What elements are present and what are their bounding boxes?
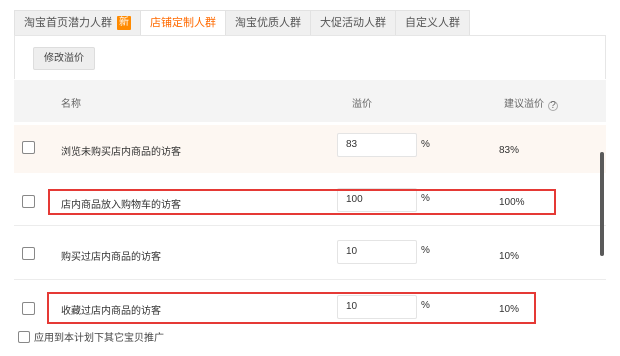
row-name: 浏览未购买店内商品的访客 xyxy=(61,147,181,158)
tab-custom[interactable]: 自定义人群 xyxy=(396,10,470,36)
help-icon[interactable]: ? xyxy=(548,101,558,111)
table-row: 浏览未购买店内商品的访客 83 % 83% xyxy=(14,125,606,173)
row-checkbox[interactable] xyxy=(22,302,35,315)
tab-label: 自定义人群 xyxy=(405,17,460,29)
percent-unit: % xyxy=(421,139,430,150)
column-header-suggested: 建议溢价? xyxy=(504,95,558,111)
percent-unit: % xyxy=(421,245,430,256)
tab-label: 淘宝首页潜力人群 xyxy=(24,17,112,29)
premium-input[interactable]: 83 xyxy=(337,133,417,157)
row-checkbox[interactable] xyxy=(22,195,35,208)
toolbar-panel: 修改溢价 xyxy=(14,35,606,79)
edit-premium-button[interactable]: 修改溢价 xyxy=(33,47,95,70)
row-checkbox[interactable] xyxy=(22,141,35,154)
tab-label: 淘宝优质人群 xyxy=(235,17,301,29)
tab-homepage-potential[interactable]: 淘宝首页潜力人群 新 xyxy=(14,10,141,36)
tab-store-custom[interactable]: 店铺定制人群 xyxy=(141,10,226,36)
premium-input[interactable]: 10 xyxy=(337,240,417,264)
table-row: 购买过店内商品的访客 10 % 10% xyxy=(14,234,606,280)
column-header-name: 名称 xyxy=(61,99,81,110)
tab-label: 店铺定制人群 xyxy=(150,17,216,29)
row-checkbox[interactable] xyxy=(22,247,35,260)
new-badge: 新 xyxy=(117,16,131,30)
apply-to-all-option[interactable]: 应用到本计划下其它宝贝推广 xyxy=(18,329,164,344)
suggested-premium: 10% xyxy=(499,251,520,262)
column-header-premium: 溢价 xyxy=(352,99,372,110)
scrollbar[interactable] xyxy=(600,152,604,256)
apply-checkbox[interactable] xyxy=(18,330,30,343)
tab-taobao-quality[interactable]: 淘宝优质人群 xyxy=(226,10,311,36)
suggested-premium: 83% xyxy=(499,145,520,156)
tab-label: 大促活动人群 xyxy=(320,17,386,29)
table-header: 名称 溢价 建议溢价? xyxy=(14,80,606,122)
highlight-box xyxy=(47,292,536,324)
tab-promotion-event[interactable]: 大促活动人群 xyxy=(311,10,396,36)
column-header-suggested-label: 建议溢价 xyxy=(504,99,544,110)
apply-label: 应用到本计划下其它宝贝推广 xyxy=(34,333,164,344)
highlight-box xyxy=(48,189,556,215)
audience-tabs: 淘宝首页潜力人群 新 店铺定制人群 淘宝优质人群 大促活动人群 自定义人群 xyxy=(14,10,470,36)
row-name: 购买过店内商品的访客 xyxy=(61,252,161,263)
